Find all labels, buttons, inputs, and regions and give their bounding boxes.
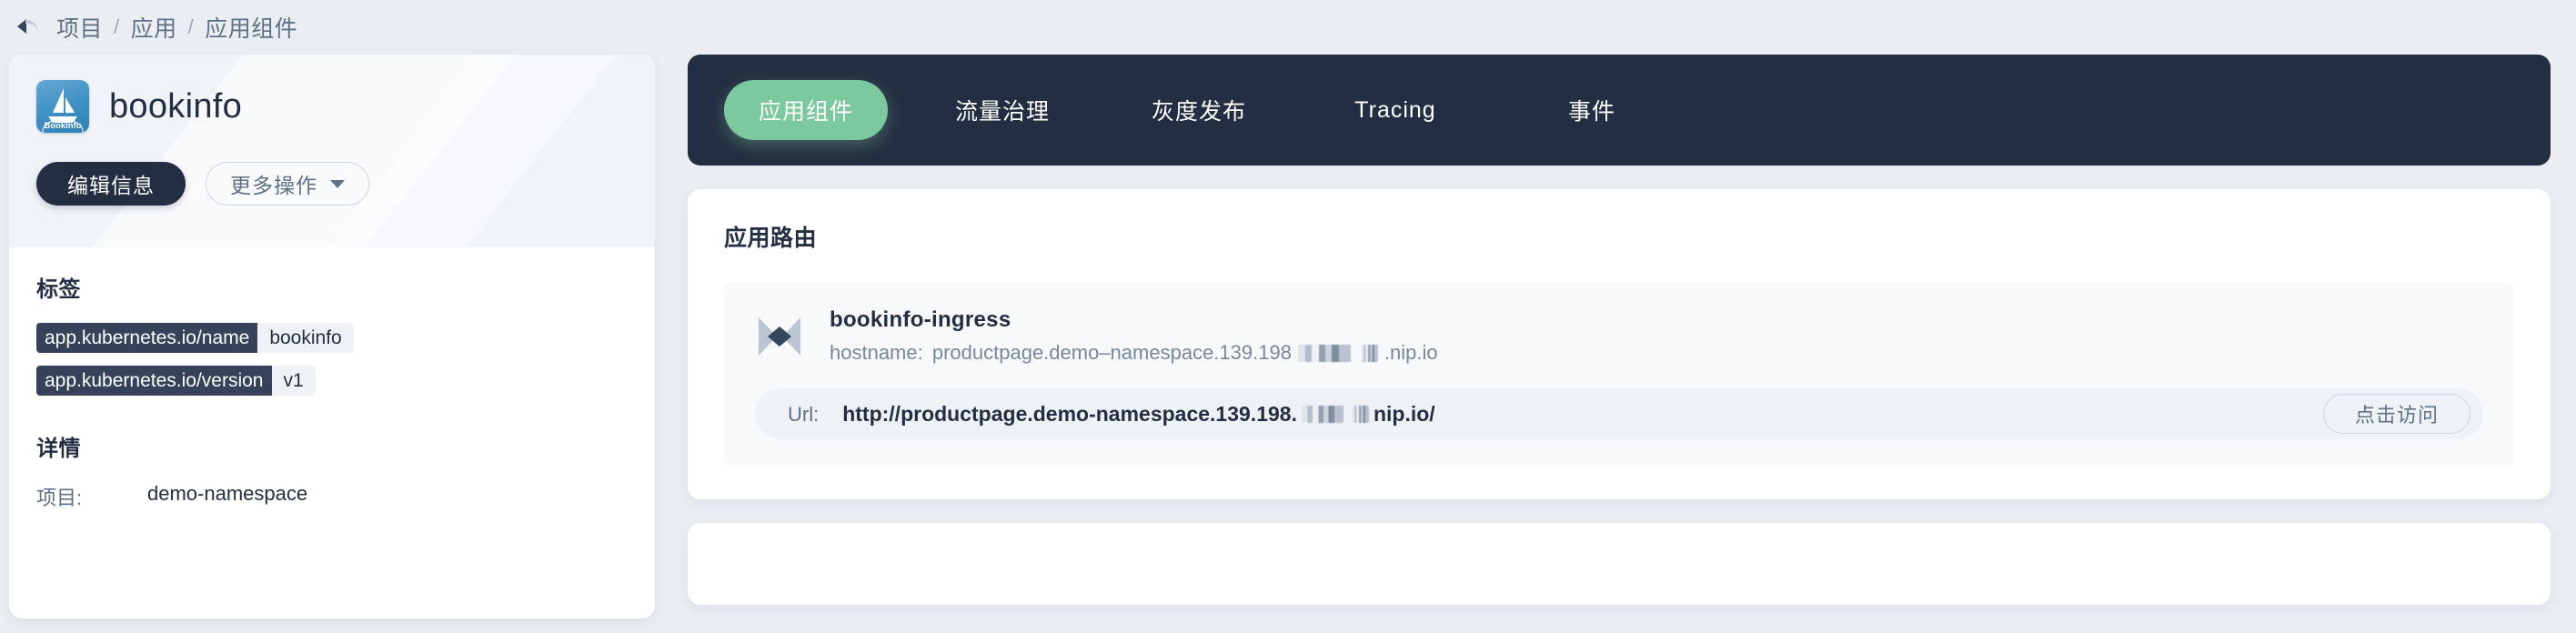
breadcrumb-item-project[interactable]: 项目 [56, 11, 103, 44]
route-hostname-prefix: productpage.demo–namespace.139.198 [931, 341, 1292, 364]
url-prefix: http://productpage.demo-namespace.139.19… [842, 401, 1297, 426]
label-chip-value: v1 [283, 369, 304, 391]
label-chip[interactable]: app.kubernetes.io/version v1 [36, 366, 316, 396]
url-suffix: nip.io/ [1373, 401, 1435, 426]
edit-info-button[interactable]: 编辑信息 [36, 162, 186, 206]
tab-bar: 应用组件 流量治理 灰度发布 Tracing 事件 [688, 55, 2551, 166]
breadcrumb-separator: / [114, 15, 120, 38]
label-chip-value: bookinfo [269, 327, 342, 348]
breadcrumb: 项目 / 应用 / 应用组件 [56, 11, 297, 44]
main-column: 应用组件 流量治理 灰度发布 Tracing 事件 应用路由 bookinfo-… [688, 55, 2551, 605]
url-value[interactable]: http://productpage.demo-namespace.139.19… [842, 402, 1434, 427]
tab-app-components[interactable]: 应用组件 [724, 80, 888, 140]
redacted-segment [1361, 344, 1378, 362]
breadcrumb-item-application[interactable]: 应用 [131, 11, 177, 44]
route-url-left: Url: http://productpage.demo-namespace.1… [788, 402, 1435, 427]
back-arrow-icon[interactable] [13, 12, 44, 43]
app-routes-title: 应用路由 [724, 226, 818, 251]
redacted-segment [1352, 405, 1369, 423]
redacted-segment [1297, 344, 1351, 362]
secondary-panel [688, 523, 2551, 605]
breadcrumb-bar: 项目 / 应用 / 应用组件 [0, 0, 2576, 55]
label-chip-list: app.kubernetes.io/name bookinfo app.kube… [36, 323, 628, 396]
route-hostname: hostname: productpage.demo–namespace.139… [830, 341, 1438, 365]
route-name[interactable]: bookinfo-ingress [830, 307, 1438, 333]
more-actions-button[interactable]: 更多操作 [206, 162, 369, 206]
breadcrumb-item-app-components[interactable]: 应用组件 [205, 11, 297, 44]
detail-key: 项目: [36, 487, 83, 509]
tab-events[interactable]: 事件 [1510, 80, 1674, 140]
tab-grayscale-release[interactable]: 灰度发布 [1117, 80, 1281, 140]
app-identity: BookInfo bookinfo [36, 80, 628, 133]
app-info-card-header: BookInfo bookinfo 编辑信息 更多操作 [9, 55, 655, 247]
details-section-title: 详情 [36, 437, 81, 461]
visit-url-button[interactable]: 点击访问 [2322, 394, 2470, 434]
route-hostname-suffix: .nip.io [1384, 341, 1438, 364]
route-url-row: Url: http://productpage.demo-namespace.1… [755, 388, 2483, 439]
page-title: bookinfo [109, 86, 243, 126]
app-info-card: BookInfo bookinfo 编辑信息 更多操作 标签 app.kuber… [9, 55, 655, 618]
route-card: bookinfo-ingress hostname: productpage.d… [724, 282, 2514, 467]
route-header: bookinfo-ingress hostname: productpage.d… [755, 307, 2483, 365]
app-actions: 编辑信息 更多操作 [36, 162, 628, 206]
url-label: Url: [788, 402, 820, 426]
page-layout: BookInfo bookinfo 编辑信息 更多操作 标签 app.kuber… [0, 55, 2576, 633]
more-actions-label: 更多操作 [230, 174, 317, 197]
bookinfo-sailboat-logo: BookInfo [36, 80, 89, 133]
ingress-bowtie-icon [755, 312, 804, 361]
chevron-down-icon [330, 179, 345, 188]
app-routes-panel: 应用路由 bookinfo-ingress hostname: productp… [688, 189, 2551, 499]
route-hostname-label: hostname: [830, 341, 923, 364]
route-meta: bookinfo-ingress hostname: productpage.d… [830, 307, 1438, 365]
label-chip[interactable]: app.kubernetes.io/name bookinfo [36, 323, 354, 353]
label-chip-key: app.kubernetes.io/version [36, 366, 272, 396]
svg-text:BookInfo: BookInfo [44, 121, 81, 131]
tab-traffic-governance[interactable]: 流量治理 [921, 80, 1084, 140]
breadcrumb-separator: / [187, 15, 195, 38]
label-chip-key: app.kubernetes.io/name [36, 323, 258, 353]
redacted-segment [1301, 405, 1343, 423]
labels-section-title: 标签 [36, 277, 81, 302]
detail-value: demo-namespace [147, 482, 308, 505]
tab-tracing[interactable]: Tracing [1313, 80, 1477, 140]
app-info-card-body: 标签 app.kubernetes.io/name bookinfo app.k… [9, 247, 655, 511]
detail-row-project: 项目: demo-namespace [36, 482, 628, 511]
